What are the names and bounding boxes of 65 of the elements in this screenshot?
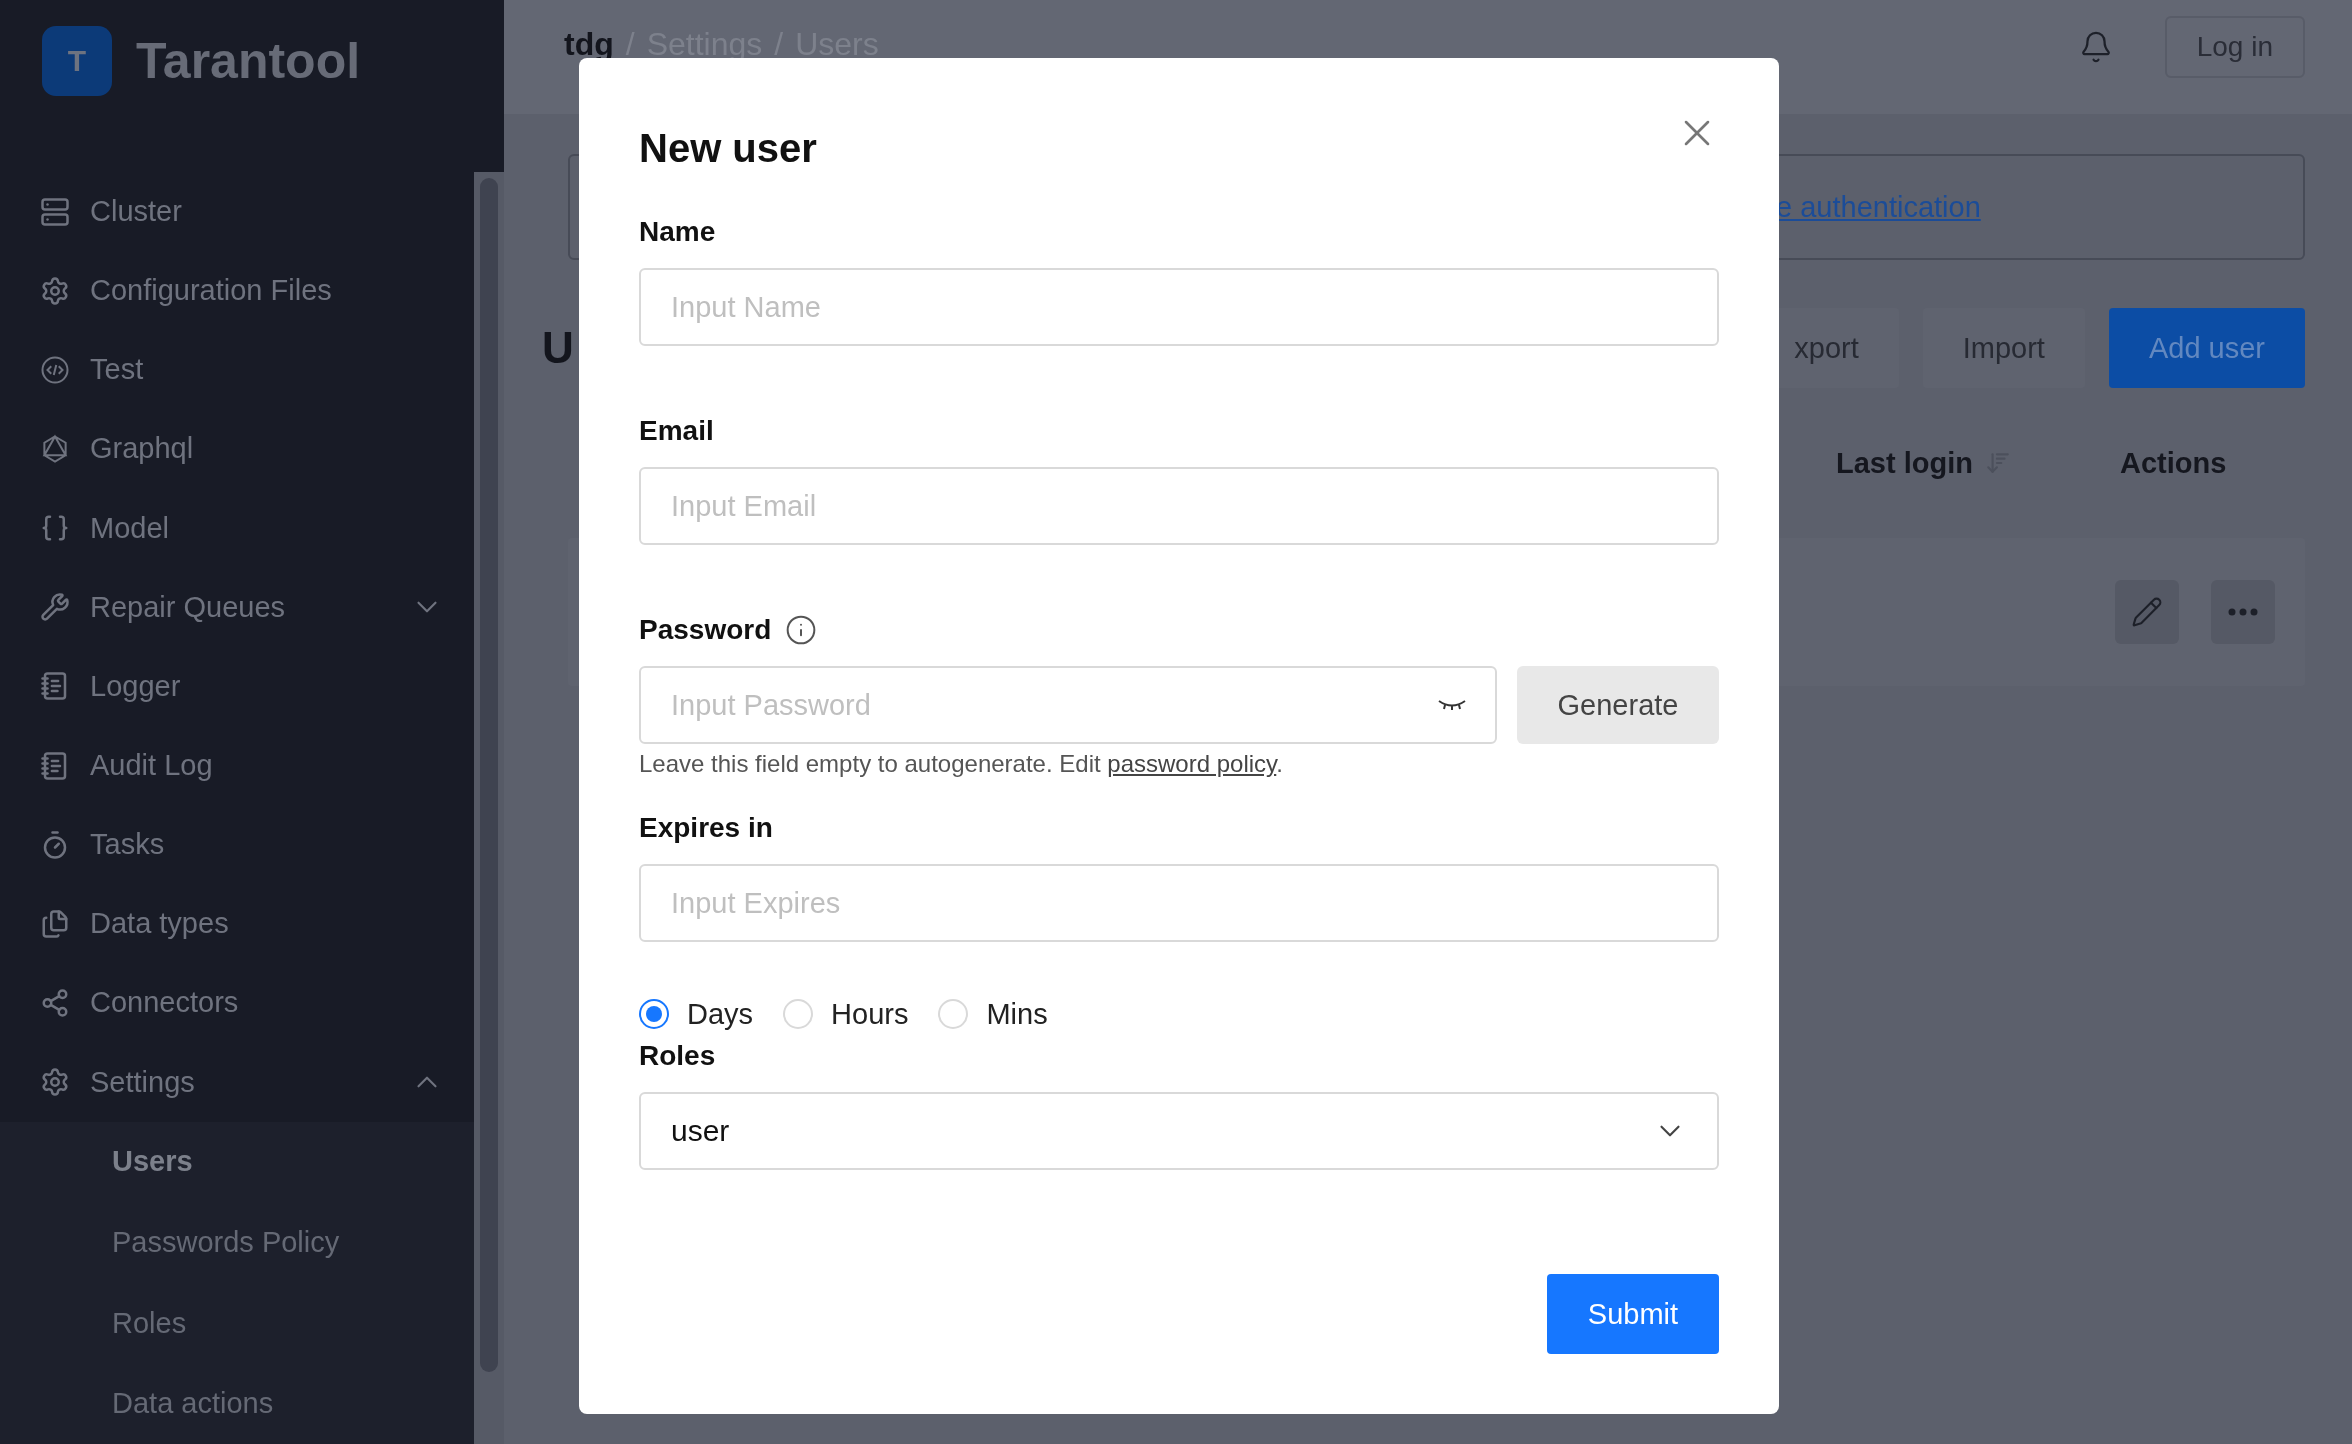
info-icon[interactable] bbox=[785, 614, 818, 646]
more-button[interactable] bbox=[2211, 580, 2275, 644]
settings-icon bbox=[40, 1067, 70, 1098]
nav-subitem[interactable]: Passwords Policy bbox=[0, 1202, 474, 1283]
column-header: Actions bbox=[2120, 446, 2227, 480]
code-circle-icon bbox=[40, 354, 70, 385]
policy-link[interactable]: password policy bbox=[1107, 750, 1277, 777]
nav-item[interactable]: Graphql bbox=[0, 409, 474, 489]
field-label: Email bbox=[639, 415, 714, 447]
brand-name: Tarantool bbox=[136, 32, 361, 91]
dialog-title: New user bbox=[639, 125, 817, 171]
roles-select[interactable]: user bbox=[639, 1092, 1719, 1170]
edit-button[interactable] bbox=[2115, 580, 2179, 644]
password-hint: Leave this field empty to autogenerate. Edit password policy. bbox=[639, 750, 1284, 778]
name-field[interactable]: Input Name bbox=[639, 268, 1719, 346]
scrollbar[interactable] bbox=[474, 172, 504, 1444]
logo: T bbox=[42, 26, 112, 96]
page-title: U bbox=[542, 323, 574, 373]
login-button[interactable]: Log in bbox=[2164, 16, 2305, 78]
unit-radio[interactable]: Mins bbox=[938, 997, 1048, 1031]
ellipsis-icon bbox=[2228, 608, 2258, 616]
nav-subitem[interactable]: Users bbox=[0, 1121, 474, 1203]
nav-subitem[interactable]: Data actions bbox=[0, 1363, 474, 1444]
nav-subitem[interactable]: Roles bbox=[0, 1282, 474, 1364]
breadcrumb-separator: / bbox=[625, 26, 635, 63]
column-header: Last login bbox=[1836, 446, 2120, 480]
field-label: Password bbox=[639, 614, 772, 646]
password-field[interactable]: Input Password bbox=[639, 666, 1497, 744]
nav-item[interactable]: Tasks bbox=[0, 805, 474, 885]
nav-item[interactable]: Connectors bbox=[0, 963, 474, 1043]
field-label: Name bbox=[639, 216, 716, 248]
email-field[interactable]: Input Email bbox=[639, 467, 1719, 545]
field-label: Expires in bbox=[639, 812, 773, 844]
add-button[interactable]: Add user bbox=[2108, 308, 2305, 388]
wrench-icon bbox=[40, 592, 70, 623]
nav-item[interactable]: Configuration Files bbox=[0, 251, 474, 331]
files-icon bbox=[40, 908, 70, 939]
server-icon bbox=[40, 196, 70, 227]
nav-item[interactable]: Audit Log bbox=[0, 726, 474, 806]
radio-unchecked[interactable] bbox=[783, 999, 814, 1029]
breadcrumb-separator: / bbox=[774, 26, 784, 63]
radio-label: Days bbox=[687, 997, 754, 1031]
pencil-icon bbox=[2131, 596, 2163, 628]
settings-icon bbox=[40, 275, 70, 306]
submit-button[interactable]: Submit bbox=[1547, 1274, 1719, 1354]
nav-item[interactable]: Repair Queues bbox=[0, 567, 474, 647]
radio-checked[interactable] bbox=[639, 999, 669, 1029]
unit-radio[interactable]: Days bbox=[639, 997, 754, 1031]
nav-item[interactable]: Model bbox=[0, 488, 474, 568]
unit-radio[interactable]: Hours bbox=[783, 997, 909, 1031]
radio-label: Mins bbox=[986, 997, 1048, 1031]
expires-field[interactable]: Input Expires bbox=[639, 864, 1719, 942]
braces-icon bbox=[40, 513, 70, 544]
radio-unchecked[interactable] bbox=[938, 999, 969, 1029]
radio-label: Hours bbox=[831, 997, 909, 1031]
nav-item[interactable]: Logger bbox=[0, 646, 474, 726]
nav-item[interactable]: Cluster bbox=[0, 172, 474, 252]
generate-button[interactable]: Generate bbox=[1517, 666, 1719, 744]
triangle-network-icon bbox=[40, 434, 70, 464]
nav-item[interactable]: Data types bbox=[0, 884, 474, 964]
nav-item[interactable]: Settings bbox=[0, 1042, 474, 1122]
field-label: Roles bbox=[639, 1040, 716, 1072]
nav-item[interactable]: Test bbox=[0, 330, 474, 410]
closed-eye-icon[interactable] bbox=[1437, 698, 1467, 712]
share-icon bbox=[40, 987, 70, 1018]
